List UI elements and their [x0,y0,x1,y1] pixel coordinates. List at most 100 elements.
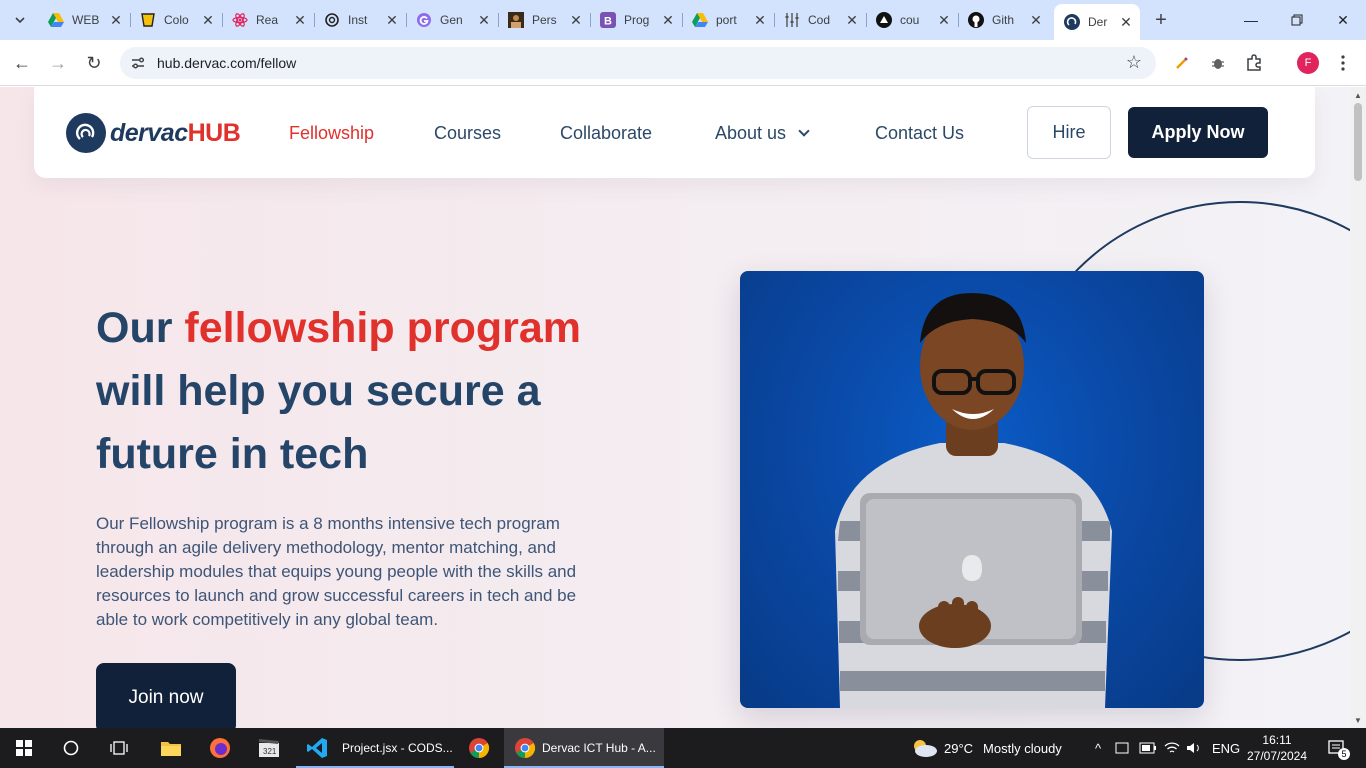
bootstrap-icon: B [600,12,616,28]
tray-overflow-icon[interactable]: ^ [1091,728,1105,768]
openai-icon [324,12,340,28]
battery-icon[interactable] [1139,728,1157,768]
site-logo[interactable]: dervacHUB [66,113,241,153]
site-settings-icon[interactable] [130,55,146,71]
close-icon[interactable]: ✕ [936,12,952,28]
svg-text:B: B [604,16,612,28]
browser-tab[interactable]: cou ✕ [866,6,959,34]
scrollbar-thumb[interactable] [1354,103,1362,181]
chrome-pinned-button[interactable] [456,728,502,768]
browser-tab[interactable]: Cod ✕ [774,6,867,34]
clock-date: 27/07/2024 [1246,749,1308,763]
url-text[interactable]: hub.dervac.com/fellow [157,55,296,71]
cortana-circle-icon [63,740,79,756]
task-view-button[interactable] [96,728,142,768]
chrome-icon [469,738,490,759]
nav-about[interactable]: About us [715,123,810,144]
hire-button[interactable]: Hire [1027,106,1111,159]
calendar-app-button[interactable]: 321 [246,728,292,768]
new-tab-button[interactable]: + [1150,9,1172,31]
taskbar-app-label: Project.jsx - CODS... [342,741,453,755]
taskbar-app-vscode[interactable]: Project.jsx - CODS... [296,728,454,768]
browser-tab-active[interactable]: Der ✕ [1054,4,1140,40]
drive-icon [48,12,64,28]
svg-text:321: 321 [263,747,277,756]
weather-widget[interactable]: 29°C Mostly cloudy [910,728,1062,768]
taskbar-app-label: Dervac ICT Hub - A... [542,741,656,755]
browser-toolbar: ← → ↻ hub.dervac.com/fellow ☆ [0,40,1366,86]
tab-title: Rea [256,13,279,27]
pen-extension-icon[interactable] [1171,52,1193,74]
restore-button[interactable] [1274,0,1320,40]
close-icon[interactable]: ✕ [108,12,124,28]
scroll-up-arrow[interactable]: ▲ [1354,91,1362,100]
browser-tab[interactable]: Gen ✕ [406,6,499,34]
close-icon[interactable]: ✕ [1028,12,1044,28]
nav-collaborate[interactable]: Collaborate [560,123,652,144]
close-icon[interactable]: ✕ [1118,14,1134,30]
forward-button[interactable]: → [45,50,71,76]
vscode-icon [307,738,327,758]
wifi-icon[interactable] [1164,728,1180,768]
browser-tab[interactable]: Colo ✕ [130,6,223,34]
meet-now-icon[interactable] [1115,728,1129,768]
cloudy-weather-icon [914,740,937,757]
join-now-button[interactable]: Join now [96,663,236,728]
close-icon[interactable]: ✕ [844,12,860,28]
react-icon [232,12,248,28]
more-menu-icon[interactable] [1332,52,1354,74]
close-icon[interactable]: ✕ [384,12,400,28]
apply-now-button[interactable]: Apply Now [1128,107,1268,158]
close-window-button[interactable]: ✕ [1320,0,1366,40]
close-icon[interactable]: ✕ [292,12,308,28]
clock[interactable]: 16:11 27/07/2024 [1246,728,1308,768]
tab-title: Gen [440,13,463,27]
close-icon[interactable]: ✕ [476,12,492,28]
g-icon [416,12,432,28]
bookmark-star-icon[interactable]: ☆ [1126,52,1142,73]
page-scrollbar[interactable]: ▲ ▼ [1350,87,1366,728]
logo-icon [66,113,106,153]
volume-icon[interactable] [1186,728,1202,768]
clapperboard-icon: 321 [259,739,279,757]
tab-strip: WEB ✕ Colo ✕ Rea ✕ Inst ✕ Gen ✕ Pers ✕ B… [0,0,1366,40]
browser-tab[interactable]: WEB ✕ [38,6,131,34]
browser-tab[interactable]: Pers ✕ [498,6,591,34]
student-with-laptop-illustration [835,293,1112,708]
notification-center[interactable]: 5 [1322,728,1352,768]
taskbar-app-chrome[interactable]: Dervac ICT Hub - A... [504,728,664,768]
language-indicator[interactable]: ENG [1212,728,1240,768]
firefox-button[interactable] [197,728,243,768]
hero-description: Our Fellowship program is a 8 months int… [96,514,577,629]
close-icon[interactable]: ✕ [752,12,768,28]
start-button[interactable] [0,728,48,768]
tab-search-button[interactable] [8,8,32,32]
back-button[interactable]: ← [9,50,35,76]
browser-tab[interactable]: Inst ✕ [314,6,407,34]
close-icon[interactable]: ✕ [200,12,216,28]
extensions-puzzle-icon[interactable] [1243,52,1265,74]
portrait-icon [508,12,524,28]
file-explorer-button[interactable] [148,728,194,768]
browser-tab[interactable]: Rea ✕ [222,6,315,34]
browser-tab[interactable]: port ✕ [682,6,775,34]
windows-icon [16,740,32,756]
nav-fellowship[interactable]: Fellowship [289,123,374,144]
profile-avatar[interactable]: F [1297,52,1319,74]
browser-tab[interactable]: Gith ✕ [958,6,1050,34]
browser-tab[interactable]: B Prog ✕ [590,6,683,34]
close-icon[interactable]: ✕ [660,12,676,28]
bug-extension-icon[interactable] [1207,52,1229,74]
scroll-down-arrow[interactable]: ▼ [1354,716,1362,725]
search-button[interactable] [48,728,94,768]
close-icon[interactable]: ✕ [568,12,584,28]
address-bar[interactable]: hub.dervac.com/fellow ☆ [120,47,1156,79]
nav-contact[interactable]: Contact Us [875,123,964,144]
tab-title: Der [1088,15,1108,29]
weather-temp: 29°C [944,740,974,756]
cup-icon [140,12,156,28]
nav-courses[interactable]: Courses [434,123,501,144]
tab-title: port [716,13,737,27]
reload-button[interactable]: ↻ [81,50,107,76]
minimize-button[interactable]: — [1228,0,1274,40]
